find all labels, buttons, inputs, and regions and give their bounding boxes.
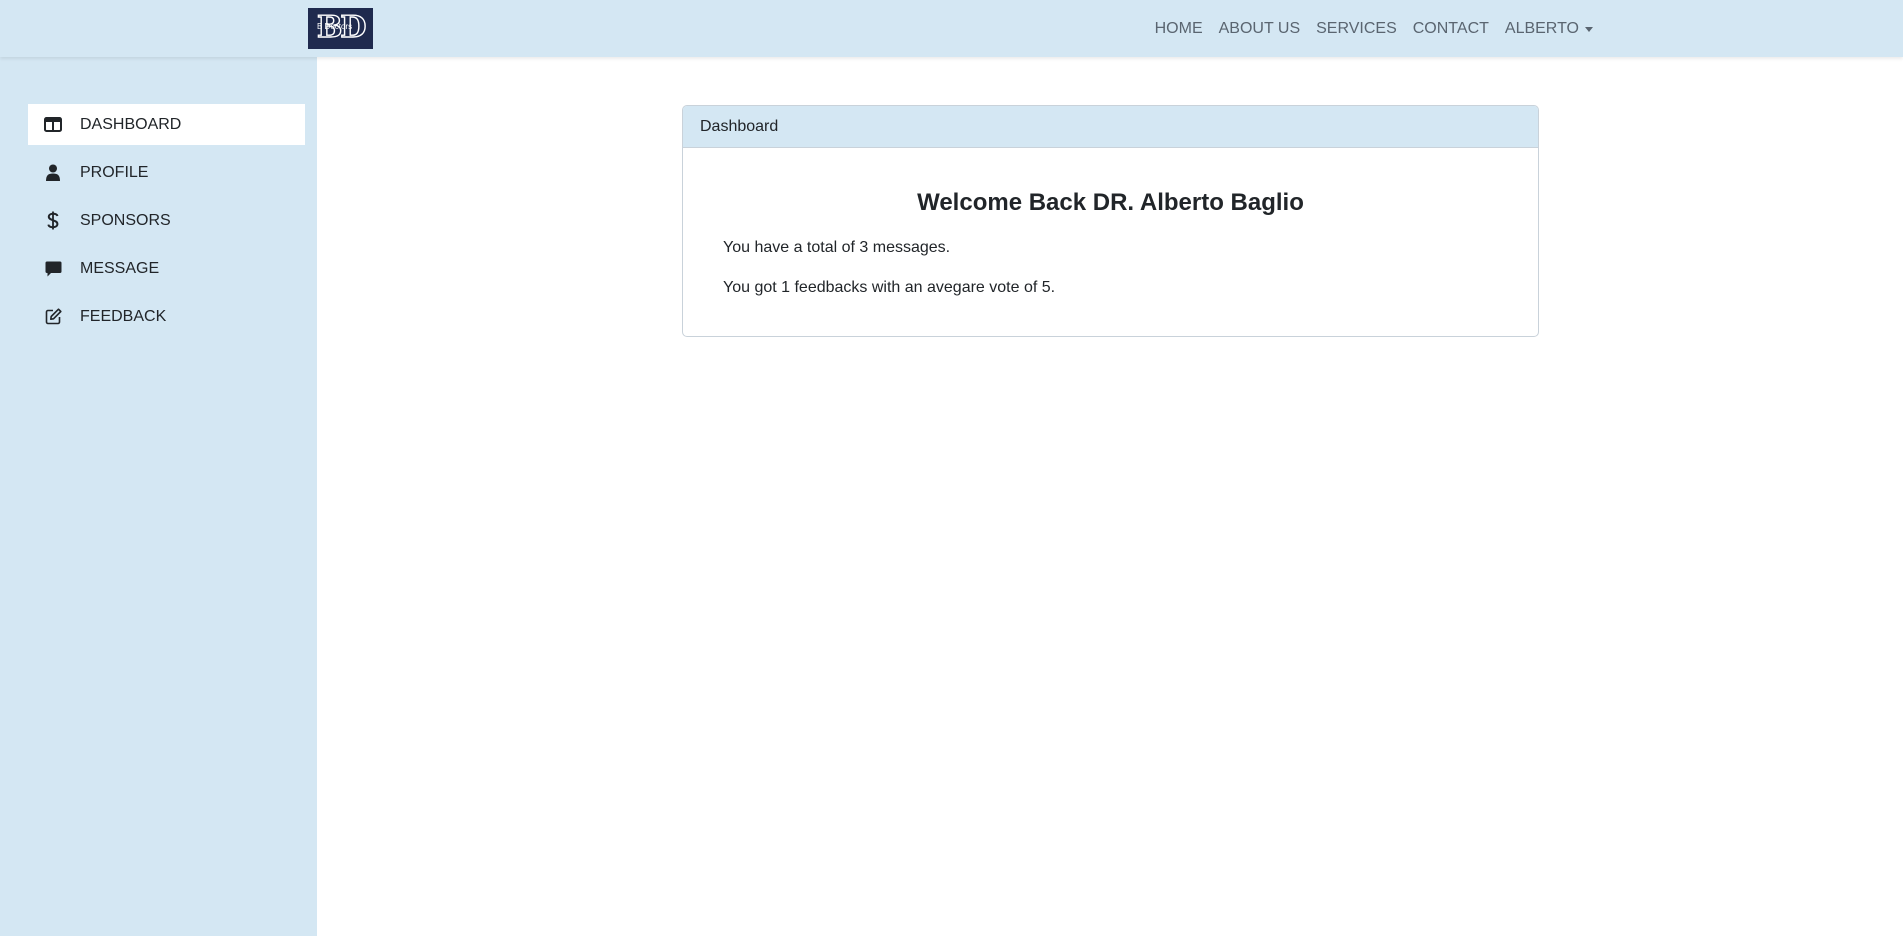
sidebar-item-label: MESSAGE — [80, 259, 160, 277]
message-icon — [42, 258, 64, 280]
logo-subtext: B Doctors — [317, 22, 353, 31]
messages-summary: You have a total of 3 messages. — [723, 239, 951, 256]
welcome-heading: Welcome Back DR. Alberto Baglio — [917, 189, 1304, 216]
nav-contact-link[interactable]: CONTACT — [1413, 20, 1489, 38]
sidebar-item-label: FEEDBACK — [80, 307, 167, 325]
nav-services-link[interactable]: SERVICES — [1316, 20, 1397, 38]
user-menu-label: ALBERTO — [1504, 19, 1579, 37]
card-header: Dashboard — [683, 106, 1538, 148]
main-nav: HOME ABOUT US SERVICES CONTACT ALBERTO — [1155, 0, 1593, 57]
sidebar: DASHBOARD PROFILE SPONSORS MESSAGE FEEDB… — [0, 57, 317, 936]
sidebar-menu: DASHBOARD PROFILE SPONSORS MESSAGE FEEDB… — [28, 104, 305, 344]
top-navbar: BD B Doctors HOME ABOUT US SERVICES CONT… — [0, 0, 1903, 57]
brand-logo[interactable]: BD B Doctors — [308, 8, 373, 49]
feedback-summary: You got 1 feedbacks with an avegare vote… — [723, 279, 1056, 296]
dashboard-icon — [42, 114, 64, 136]
caret-down-icon — [1585, 26, 1593, 32]
dollar-icon — [42, 210, 64, 232]
sidebar-item-message[interactable]: MESSAGE — [28, 248, 305, 289]
sidebar-item-feedback[interactable]: FEEDBACK — [28, 296, 305, 337]
sidebar-item-label: DASHBOARD — [80, 115, 182, 133]
user-menu-dropdown[interactable]: ALBERTO — [1505, 20, 1593, 38]
sidebar-item-label: SPONSORS — [80, 211, 171, 229]
sidebar-item-dashboard[interactable]: DASHBOARD — [28, 104, 305, 145]
nav-home-link[interactable]: HOME — [1155, 20, 1203, 38]
sidebar-item-profile[interactable]: PROFILE — [28, 152, 305, 193]
user-icon — [42, 162, 64, 184]
edit-icon — [42, 306, 64, 328]
sidebar-item-label: PROFILE — [80, 163, 149, 181]
sidebar-item-sponsors[interactable]: SPONSORS — [28, 200, 305, 241]
dashboard-card: Dashboard Welcome Back DR. Alberto Bagli… — [682, 105, 1539, 337]
nav-about-link[interactable]: ABOUT US — [1219, 20, 1301, 38]
